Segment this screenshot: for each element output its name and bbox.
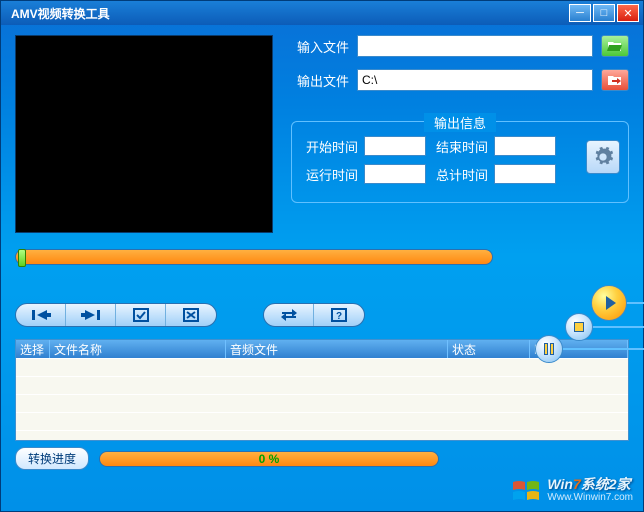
- check-button[interactable]: [116, 304, 166, 326]
- play-button[interactable]: [591, 285, 627, 321]
- output-file-label: 输出文件: [291, 71, 349, 90]
- seek-bar[interactable]: [15, 249, 493, 265]
- col-status[interactable]: 状态: [448, 340, 530, 358]
- col-audio[interactable]: 音频文件: [226, 340, 448, 358]
- input-file-field[interactable]: [357, 35, 593, 57]
- watermark-line2: Www.Winwin7.com: [547, 492, 633, 503]
- action-group: ?: [263, 303, 365, 327]
- total-time-label: 总计时间: [432, 165, 488, 184]
- col-filename[interactable]: 文件名称: [50, 340, 226, 358]
- top-row: 输入文件 输出文件 输出信息 开始时间: [15, 35, 629, 233]
- progress-label: 转换进度: [15, 447, 89, 470]
- run-time-field[interactable]: [364, 164, 426, 184]
- playback-cluster: [525, 283, 644, 363]
- play-icon: [606, 296, 616, 310]
- browse-input-button[interactable]: [601, 35, 629, 57]
- maximize-button[interactable]: □: [593, 4, 615, 22]
- stop-button[interactable]: [565, 313, 593, 341]
- video-preview: [15, 35, 273, 233]
- end-time-label: 结束时间: [432, 137, 488, 156]
- conversion-progress-bar: 0 %: [99, 451, 439, 467]
- right-column: 输入文件 输出文件 输出信息 开始时间: [291, 35, 629, 233]
- minimize-button[interactable]: ─: [569, 4, 591, 22]
- end-time-field[interactable]: [494, 136, 556, 156]
- help-icon: ?: [331, 308, 347, 322]
- folder-arrow-icon: [607, 74, 623, 86]
- watermark-text: Win7系统2家 Www.Winwin7.com: [547, 477, 633, 503]
- help-button[interactable]: ?: [314, 304, 364, 326]
- app-window: AMV视频转换工具 ─ □ ✕ 输入文件 输出文件: [0, 0, 644, 512]
- convert-button[interactable]: [264, 304, 314, 326]
- watermark: Win7系统2家 Www.Winwin7.com: [511, 477, 633, 503]
- output-info-title: 输出信息: [424, 113, 496, 132]
- mark-start-button[interactable]: [16, 304, 66, 326]
- start-time-label: 开始时间: [302, 137, 358, 156]
- titlebar-buttons: ─ □ ✕: [569, 4, 639, 22]
- check-box-icon: [133, 308, 149, 322]
- input-file-label: 输入文件: [291, 37, 349, 56]
- start-time-field[interactable]: [364, 136, 426, 156]
- run-time-label: 运行时间: [302, 165, 358, 184]
- total-time-field[interactable]: [494, 164, 556, 184]
- x-box-icon: [183, 308, 199, 322]
- pause-button[interactable]: [535, 335, 563, 363]
- watermark-line1: Win7系统2家: [547, 477, 633, 492]
- window-title: AMV视频转换工具: [11, 5, 569, 22]
- output-info-box: 输出信息 开始时间 结束时间 运行时间 总计时间: [291, 121, 629, 203]
- start-marker-icon: [31, 309, 51, 321]
- decor-line: [561, 348, 644, 350]
- svg-text:?: ?: [336, 311, 342, 322]
- decor-line: [591, 326, 644, 328]
- end-marker-icon: [81, 309, 101, 321]
- folder-open-icon: [607, 40, 623, 52]
- output-file-row: 输出文件: [291, 69, 629, 91]
- mark-end-button[interactable]: [66, 304, 116, 326]
- col-select[interactable]: 选择: [16, 340, 50, 358]
- stop-icon: [574, 322, 584, 332]
- windows-logo-icon: [511, 479, 541, 501]
- input-file-row: 输入文件: [291, 35, 629, 57]
- browse-output-button[interactable]: [601, 69, 629, 91]
- mark-group: [15, 303, 217, 327]
- info-row-2: 运行时间 总计时间: [302, 164, 618, 184]
- titlebar: AMV视频转换工具 ─ □ ✕: [1, 1, 643, 25]
- seek-row: [15, 249, 629, 265]
- gear-icon: [592, 146, 614, 168]
- info-row-1: 开始时间 结束时间: [302, 136, 618, 156]
- progress-percent: 0 %: [259, 452, 280, 466]
- settings-button[interactable]: [586, 140, 620, 174]
- close-button[interactable]: ✕: [617, 4, 639, 22]
- table-body[interactable]: [16, 358, 628, 441]
- uncheck-button[interactable]: [166, 304, 216, 326]
- pause-icon: [544, 343, 554, 355]
- content-area: 输入文件 输出文件 输出信息 开始时间: [1, 25, 643, 511]
- seek-handle[interactable]: [18, 249, 26, 267]
- convert-icon: [280, 308, 298, 322]
- output-file-field[interactable]: [357, 69, 593, 91]
- bottom-row: 转换进度 0 %: [15, 447, 629, 470]
- decor-line: [625, 302, 644, 304]
